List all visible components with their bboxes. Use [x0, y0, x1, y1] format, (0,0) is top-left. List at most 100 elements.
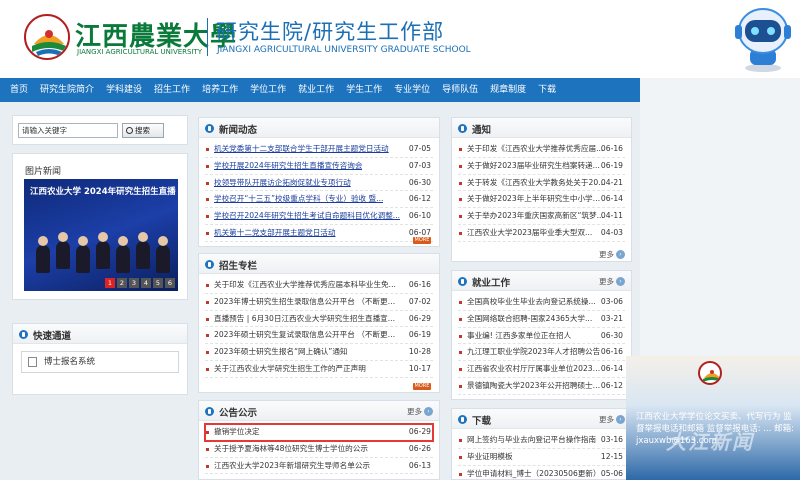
list-item[interactable]: 2023年硕士研究生复试录取信息公开平台 （不断更新... 06-19	[205, 327, 433, 345]
list-item[interactable]: 学位申请材料_博士（20230506更新） 05-06	[458, 466, 625, 480]
list-item[interactable]: 事业编! 江西多家单位正在招人 06-30	[458, 328, 625, 345]
list-item[interactable]: 学校开展2024年研究生招生直播宣传咨询会 07-03	[205, 158, 433, 175]
nav-disciplines[interactable]: 学科建设	[100, 78, 148, 102]
photo-news-image[interactable]: 江西农业大学 2024年研究生招生直播 1 2 3 4 5 6	[24, 179, 178, 291]
pager-page-1[interactable]: 1	[105, 278, 115, 288]
list-item[interactable]: 全国网络联合招聘-国家24365大学... 03-21	[458, 311, 625, 328]
announcements-list: 撤销学位决定 06-29 关于授予夏海林等48位研究生博士学位的公示 06-26 江…	[199, 421, 439, 475]
nav-student-affairs[interactable]: 学生工作	[340, 78, 388, 102]
news-more-button[interactable]: MORE	[413, 237, 431, 244]
arrow-right-icon: ›	[616, 277, 625, 286]
university-name-en: JIANGXI AGRICULTURAL UNIVERSITY	[77, 48, 203, 56]
list-item[interactable]: 关于印发《江西农业大学推荐优秀应届... 06-16	[458, 141, 625, 158]
list-item[interactable]: 2023年博士研究生招生录取信息公开平台 （不断更新... 07-02	[205, 294, 433, 311]
nav-about[interactable]: 研究生院简介	[34, 78, 100, 102]
quick-links-title: 快速通道	[33, 331, 72, 342]
photo-person	[136, 232, 150, 269]
logo-divider	[207, 18, 208, 56]
nav-employment[interactable]: 就业工作	[292, 78, 340, 102]
downloads-more-link[interactable]: 更多 ›	[599, 414, 625, 425]
list-item[interactable]: 学校召开“十三五”校级重点学科（专业）验收 暨... 06-12	[205, 191, 433, 209]
quick-links-header: 快速通道	[13, 324, 187, 344]
list-item[interactable]: 九江理工职业学院2023年人才招聘公告 06-16	[458, 344, 625, 362]
info-icon	[19, 330, 28, 339]
list-item[interactable]: 关于做好2023届毕业研究生档案转递... 06-19	[458, 158, 625, 175]
notices-header: 通知	[452, 118, 631, 138]
search-button[interactable]: 搜索	[122, 123, 164, 138]
university-emblem-icon[interactable]	[24, 14, 70, 60]
list-item[interactable]: 全国高校毕业生毕业去向登记系统操... 03-06	[458, 294, 625, 311]
downloads-panel: 下载 更多 › 网上签约与毕业去向登记平台操作指南 03-16 毕业证明模板 12-1…	[451, 408, 632, 480]
quick-link-label: 博士报名系统	[44, 357, 96, 367]
doctoral-application-link[interactable]: 博士报名系统	[21, 351, 179, 373]
nav-professional-degrees[interactable]: 专业学位	[388, 78, 436, 102]
nav-downloads[interactable]: 下载	[532, 78, 562, 102]
employment-title: 就业工作	[472, 278, 511, 289]
nav-regulations[interactable]: 规章制度	[484, 78, 532, 102]
admissions-title: 招生专栏	[219, 261, 258, 272]
arrow-right-icon: ›	[616, 250, 625, 259]
list-item[interactable]: 机关党委第十二支部联合学生干部开展主题党日活动 07-05	[205, 141, 433, 158]
promo-banner[interactable]: 江西农业大学学位论文买卖、代写行为 监督举报电话和邮箱 监督举报电话: ... …	[626, 356, 800, 480]
employment-more-link[interactable]: 更多 ›	[599, 276, 625, 287]
search-input[interactable]	[18, 123, 118, 138]
list-item-highlighted[interactable]: 撤销学位决定 06-29	[204, 423, 434, 442]
arrow-right-icon: ›	[616, 415, 625, 424]
news-list: 机关党委第十二支部联合学生干部开展主题党日活动 07-05 学校开展2024年研究…	[199, 138, 439, 242]
notices-list: 关于印发《江西农业大学推荐优秀应届... 06-16 关于做好2023届毕业研究生…	[452, 138, 631, 242]
info-icon	[205, 407, 214, 416]
announcements-panel: 公告公示 更多 › 撤销学位决定 06-29 关于授予夏海林等48位研究生博士学位的…	[198, 400, 440, 480]
nav-degrees[interactable]: 学位工作	[244, 78, 292, 102]
list-item[interactable]: 江西省农业农村厅厅属事业单位2023年... 06-14	[458, 361, 625, 378]
site-header: 江西農業大學 JIANGXI AGRICULTURAL UNIVERSITY 研…	[0, 0, 800, 78]
list-item[interactable]: 关于授予夏海林等48位研究生博士学位的公示 06-26	[205, 441, 433, 458]
list-item[interactable]: 校领导带队开展访企拓岗促就业专项行动 06-30	[205, 175, 433, 192]
nav-training[interactable]: 培养工作	[196, 78, 244, 102]
list-item[interactable]: 关于江西农业大学研究生招生工作的严正声明 10-17	[205, 361, 433, 378]
list-item[interactable]: 关于印发《江西农业大学推荐优秀应届本科毕业生免... 06-16	[205, 277, 433, 294]
arrow-right-icon: ›	[424, 407, 433, 416]
list-item[interactable]: 直播预告 | 6月30日江西农业大学研究生招生直播宣... 06-29	[205, 311, 433, 328]
admissions-header: 招生专栏	[199, 254, 439, 274]
pager-page-5[interactable]: 5	[153, 278, 163, 288]
document-icon	[28, 357, 37, 367]
list-item[interactable]: 2023年硕士研究生报名“网上确认”通知 10-28	[205, 344, 433, 361]
photo-pager: 1 2 3 4 5 6	[105, 278, 175, 288]
info-icon	[458, 277, 467, 286]
announcements-header: 公告公示 更多 ›	[199, 401, 439, 421]
photo-news-panel: 图片新闻 江西农业大学 2024年研究生招生直播 1 2 3 4 5 6	[12, 153, 188, 300]
pager-page-6[interactable]: 6	[165, 278, 175, 288]
announcements-more-link[interactable]: 更多 ›	[407, 406, 433, 417]
pager-page-4[interactable]: 4	[141, 278, 151, 288]
list-item[interactable]: 机关第十二党支部开展主题党日活动 06-07	[205, 225, 433, 242]
nav-home[interactable]: 首页	[4, 78, 34, 102]
list-item[interactable]: 江西农业大学2023年新增研究生导师名单公示 06-13	[205, 458, 433, 475]
downloads-list: 网上签约与毕业去向登记平台操作指南 03-16 毕业证明模板 12-15 学位申请材…	[452, 429, 631, 480]
notices-more-link[interactable]: 更多 ›	[599, 249, 625, 260]
list-item[interactable]: 毕业证明模板 12-15	[458, 449, 625, 466]
robot-assistant-icon[interactable]	[732, 5, 794, 73]
list-item[interactable]: 关于举办2023年重庆国家高新区“筑梦... 04-11	[458, 208, 625, 225]
admissions-more-button[interactable]: MORE	[413, 383, 431, 390]
admissions-list: 关于印发《江西农业大学推荐优秀应届本科毕业生免... 06-16 2023年博士研…	[199, 274, 439, 378]
pager-page-2[interactable]: 2	[117, 278, 127, 288]
nav-admissions[interactable]: 招生工作	[148, 78, 196, 102]
list-item[interactable]: 关于转发《江西农业大学教务处关于20... 04-21	[458, 175, 625, 192]
news-header: 新闻动态	[199, 118, 439, 138]
main-nav: 首页 研究生院简介 学科建设 招生工作 培养工作 学位工作 就业工作 学生工作 …	[0, 78, 640, 102]
photo-news-title: 图片新闻	[25, 167, 62, 177]
admissions-panel: 招生专栏 关于印发《江西农业大学推荐优秀应届本科毕业生免... 06-16 202…	[198, 253, 440, 393]
news-panel: 新闻动态 机关党委第十二支部联合学生干部开展主题党日活动 07-05 学校开展20…	[198, 117, 440, 247]
pager-page-3[interactable]: 3	[129, 278, 139, 288]
list-item[interactable]: 学校召开2024年研究生招生考试自命题科目优化调整... 06-10	[205, 208, 433, 225]
nav-supervisors[interactable]: 导师队伍	[436, 78, 484, 102]
list-item[interactable]: 景德镇陶瓷大学2023年公开招聘硕士思... 06-12	[458, 378, 625, 395]
department-name-cn[interactable]: 研究生院/研究生工作部	[216, 16, 444, 46]
info-icon	[205, 260, 214, 269]
photo-person	[36, 236, 50, 273]
photo-person	[156, 236, 170, 273]
list-item[interactable]: 网上签约与毕业去向登记平台操作指南 03-16	[458, 432, 625, 449]
list-item[interactable]: 关于做好2023年上半年研究生中小学教... 06-14	[458, 191, 625, 209]
watermark-logo: 大江新闻	[666, 430, 754, 454]
list-item[interactable]: 江西农业大学2023届毕业季大型双... 04-03	[458, 225, 625, 242]
